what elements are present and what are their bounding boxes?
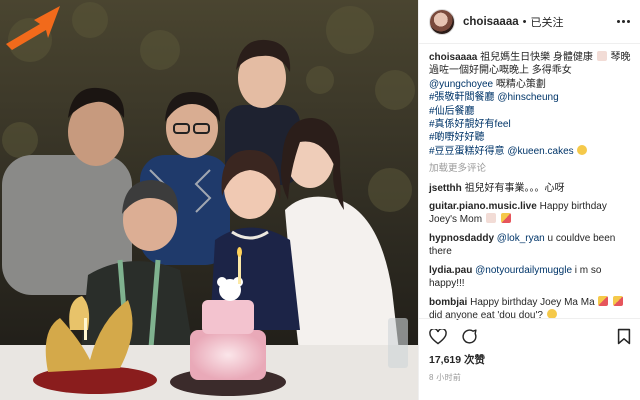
more-options-icon[interactable] (615, 16, 632, 27)
follow-status-button[interactable]: 已关注 (530, 14, 563, 30)
caption-line-1: 祖兒媽生日快樂 身體健康 (480, 52, 593, 63)
comment-icon[interactable] (461, 328, 478, 345)
hashtag-nice-feel[interactable]: #真係好靚好有feel (429, 118, 632, 131)
smile-emoji-icon (577, 144, 588, 155)
party-emoji-icon (598, 295, 609, 306)
mention-hinscheung[interactable]: @hinscheung (497, 92, 558, 103)
cake-emoji-icon (596, 51, 607, 61)
hashtag-queen-restaurant[interactable]: #仙后餐廳 (429, 105, 632, 118)
caption-author[interactable]: choisaaaa (429, 52, 477, 63)
comment-user[interactable]: bombjai (429, 297, 467, 308)
caption-line-1-tail: 琴晚 (610, 52, 631, 63)
post-username[interactable]: choisaaaa (463, 16, 519, 28)
load-more-comments-link[interactable]: 加载更多评论 (429, 162, 632, 175)
comment-mention[interactable]: @notyourdailymuggle (475, 265, 572, 276)
mention-kueen-cakes[interactable]: @kueen.cakes (507, 146, 573, 157)
likes-count[interactable]: 17,619 次赞 (429, 352, 485, 367)
bookmark-icon[interactable] (617, 328, 631, 345)
party-photo-illustration (0, 0, 418, 400)
comment-mention[interactable]: @lok_ryan (497, 233, 545, 244)
mention-yungchoyee[interactable]: @yungchoyee (429, 79, 493, 90)
hashtag-cake[interactable]: #豆豆蛋糕好得意 (429, 146, 505, 157)
comment-item: hypnosdaddy @lok_ryan u couldve been the… (429, 232, 632, 259)
orange-arrow-icon (6, 6, 60, 50)
separator-dot: • (522, 15, 527, 28)
comment-item: guitar.piano.music.live Happy birthday J… (429, 200, 632, 227)
hashtag-restaurant[interactable]: #張敬軒閻餐廳 (429, 92, 495, 103)
comment-item: lydia.pau @notyourdailymuggle i m so hap… (429, 264, 632, 291)
comment-user[interactable]: lydia.pau (429, 265, 472, 276)
post-header: choisaaaa • 已关注 (419, 0, 640, 44)
post-timestamp: 8 小时前 (429, 373, 462, 382)
post-photo[interactable] (0, 0, 418, 400)
comment-item: jsetthh 祖兒好有事業。。。心呀 (429, 182, 632, 195)
avatar[interactable] (429, 8, 455, 35)
post-details-panel: choisaaaa • 已关注 choisaaaa 祖兒媽生日快樂 身體健康 琴… (418, 0, 640, 400)
party-emoji-icon (500, 213, 511, 224)
post-caption: choisaaaa 祖兒媽生日快樂 身體健康 琴晚 過咗一個好開心嘅晚上 多得乖… (429, 51, 632, 158)
comments-section: choisaaaa 祖兒媽生日快樂 身體健康 琴晚 過咗一個好開心嘅晚上 多得乖… (419, 44, 640, 324)
comment-user[interactable]: jsetthh (429, 183, 462, 194)
comment-text: Happy birthday Joey Ma Ma (470, 296, 595, 308)
party-emoji-icon (613, 295, 624, 306)
caption-line-2: 過咗一個好開心嘅晚上 多得乖女 (429, 65, 572, 77)
hashtag-delicious[interactable]: #啲嘢好好聽 (429, 131, 632, 144)
comment-text: 祖兒好有事業。。。心呀 (464, 182, 565, 194)
post-actions-bar (419, 318, 640, 354)
heart-icon[interactable] (429, 328, 447, 345)
caption-line-3-tail: 嘅精心策劃 (495, 78, 546, 90)
comment-user[interactable]: guitar.piano.music.live (429, 201, 537, 212)
cake-emoji-icon (485, 213, 496, 224)
comment-user[interactable]: hypnosdaddy (429, 233, 494, 244)
